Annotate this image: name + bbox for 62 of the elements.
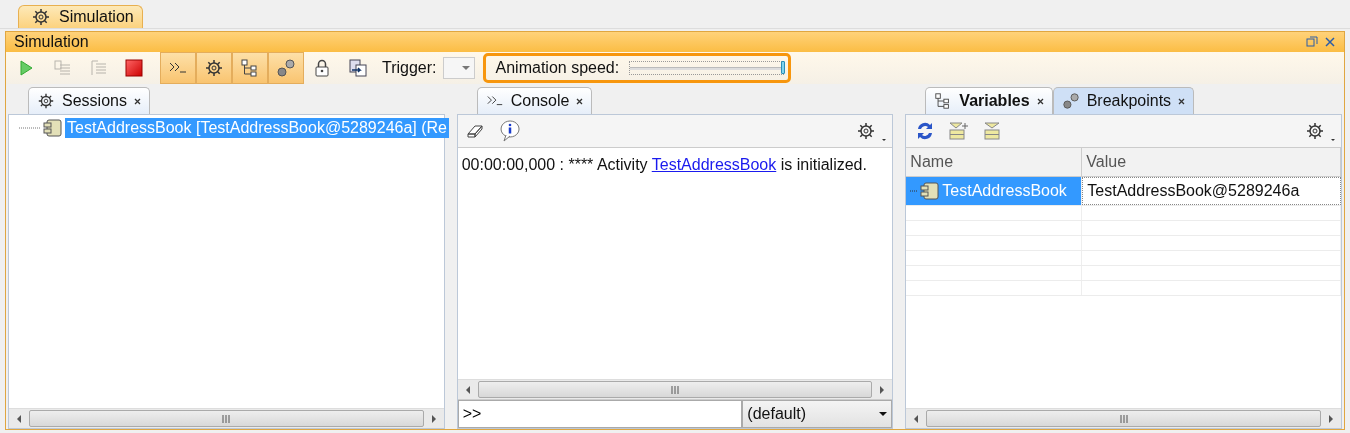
animation-speed-label: Animation speed: <box>495 59 620 77</box>
stop-icon <box>124 58 144 78</box>
scroll-right-icon <box>878 384 887 395</box>
trigger-label: Trigger: <box>382 59 437 77</box>
scrollbar-thumb[interactable] <box>29 410 424 427</box>
scroll-right-icon <box>1327 413 1335 424</box>
activity-link[interactable]: TestAddressBook <box>651 156 777 173</box>
horizontal-scrollbar[interactable] <box>906 408 1341 428</box>
panel-tab[interactable]: Sessions <box>28 87 150 114</box>
close-icon <box>1178 97 1186 105</box>
grip-icon <box>222 414 231 423</box>
close-icon <box>133 97 141 105</box>
horizontal-scrollbar[interactable] <box>9 408 444 428</box>
language-dropdown[interactable]: (default) <box>742 400 893 428</box>
tree-button[interactable] <box>232 52 268 84</box>
scroll-left-icon <box>912 413 921 424</box>
balls-icon <box>1061 92 1080 110</box>
column-header[interactable]: Value <box>1082 148 1341 176</box>
gear-button[interactable] <box>196 52 232 84</box>
component-icon <box>43 119 63 137</box>
column-header[interactable]: Name <box>906 148 1083 176</box>
panel-title: Simulation <box>14 33 89 51</box>
watch-icon <box>982 121 1003 141</box>
panel-tab[interactable]: Variables <box>925 87 1053 114</box>
dropdown-arrow-icon <box>1331 139 1335 141</box>
dropdown-arrow-icon <box>879 412 888 416</box>
table-cell: TestAddressBook@5289246a <box>1082 177 1341 205</box>
close-icon <box>576 97 584 105</box>
restore-icon <box>1306 36 1318 48</box>
dropdown-arrow-icon <box>882 139 887 141</box>
command-input[interactable]: >> <box>457 400 743 428</box>
step-into-icon <box>52 58 72 78</box>
info-icon <box>497 119 522 143</box>
trigger-dropdown[interactable] <box>442 57 475 79</box>
scroll-left-icon <box>15 413 23 424</box>
scrollbar-thumb[interactable] <box>926 410 1321 427</box>
balls-icon <box>276 58 296 78</box>
dropdown-arrow-icon <box>461 66 470 70</box>
tree-icon <box>240 58 260 78</box>
step-over-icon <box>88 58 108 78</box>
add-watch-icon <box>948 121 971 141</box>
scroll-right-icon <box>429 413 438 424</box>
close-icon <box>1324 36 1336 48</box>
close-icon <box>1036 97 1044 105</box>
settings-icon <box>1305 121 1325 141</box>
window-tab[interactable]: Simulation <box>18 5 143 28</box>
scrollbar-thumb[interactable] <box>477 381 873 398</box>
panel-tab[interactable]: Breakpoints <box>1052 87 1195 114</box>
grip-icon <box>671 385 679 394</box>
gear-icon <box>31 7 51 27</box>
balls-button[interactable] <box>268 52 304 84</box>
lock-icon <box>312 58 332 78</box>
horizontal-scrollbar[interactable] <box>457 379 893 399</box>
component-icon <box>920 182 941 200</box>
grip-icon <box>1119 414 1128 423</box>
settings-icon <box>856 121 877 141</box>
slider-thumb[interactable] <box>781 60 786 74</box>
console-line: 00:00:00,000 : **** Activity TestAddressBook is initialized. <box>461 156 868 174</box>
gear-icon <box>37 92 55 110</box>
panel-tab[interactable]: Console <box>476 87 593 114</box>
gear-icon <box>204 58 224 78</box>
export-icon <box>348 58 368 78</box>
